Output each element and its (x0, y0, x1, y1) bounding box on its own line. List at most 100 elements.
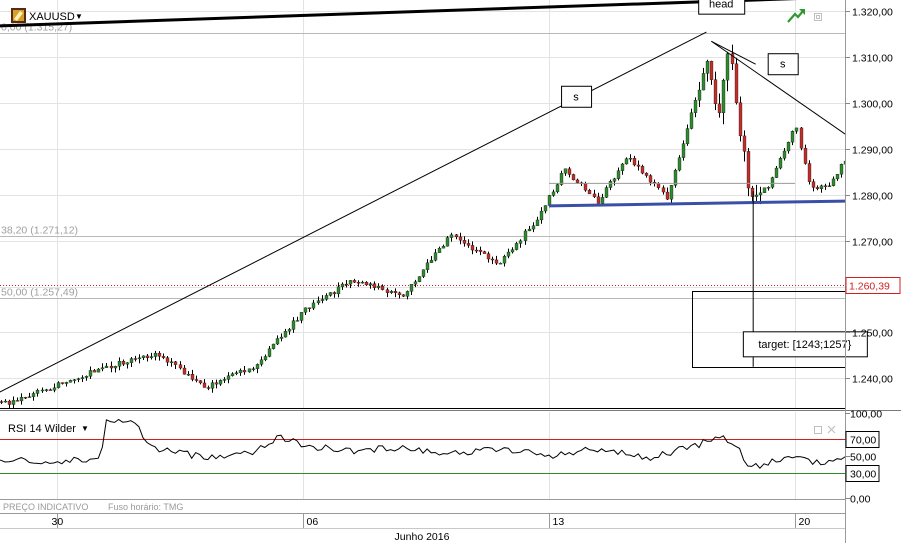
candle-body (665, 191, 670, 200)
candle-body (799, 127, 804, 149)
candle-body (600, 197, 605, 204)
timezone-label: Fuso horário: TMG (108, 502, 183, 512)
candle-body (531, 225, 536, 230)
candle-body (583, 183, 588, 191)
candle-body (27, 396, 32, 398)
rsi-tick-label: 100,00 (850, 409, 882, 421)
candle-body (80, 377, 85, 379)
candle-body (226, 375, 231, 380)
candle-body (766, 187, 771, 189)
candle-body (234, 372, 239, 374)
symbol-selector[interactable]: XAUUSD ▼ (11, 8, 83, 23)
candle-body (616, 170, 621, 179)
price-tick-label: 1.270,00 (852, 237, 893, 249)
candle-body (620, 163, 625, 171)
candle-body (336, 286, 341, 295)
candle-body (551, 191, 556, 196)
candle-body (774, 167, 779, 178)
candle-body (441, 246, 446, 249)
candle-body (267, 348, 272, 357)
month-label: Junho 2016 (395, 531, 450, 543)
candle-body (819, 185, 824, 189)
candle-body (206, 387, 211, 389)
candle-body (129, 358, 134, 363)
candle-body (324, 295, 329, 300)
candle-body (376, 285, 381, 288)
rsi-panel[interactable] (0, 412, 845, 499)
candle-body (117, 360, 122, 367)
candle-body (636, 164, 641, 167)
candle-body (263, 356, 268, 360)
candle-body (559, 173, 564, 185)
candle-body (340, 283, 345, 287)
candle-body (222, 379, 227, 381)
candle-body (738, 102, 743, 137)
rsi-chevron-down-icon[interactable]: ▼ (81, 424, 89, 433)
candle-body (307, 307, 312, 309)
candle-body (393, 291, 398, 293)
candle-body (725, 53, 730, 81)
candle-body (803, 148, 808, 164)
candle-body (543, 205, 548, 212)
candle-body (681, 143, 686, 158)
candle-body (587, 190, 592, 195)
candle-body (247, 368, 252, 373)
candle-body (514, 243, 519, 250)
candle-body (401, 294, 406, 297)
candle-body (608, 181, 613, 188)
candle-body (165, 357, 170, 363)
candle-body (100, 367, 105, 370)
candle-body (478, 249, 483, 252)
candle-body (291, 320, 296, 330)
candle-body (482, 251, 487, 254)
candle-body (770, 177, 775, 188)
candle-body (299, 312, 304, 321)
candle-body (425, 262, 430, 270)
candle-body (762, 187, 767, 193)
candle-body (433, 252, 438, 261)
candle-body (506, 251, 511, 257)
price-tick-label: 1.310,00 (852, 53, 893, 65)
candle-body (255, 364, 260, 369)
candle-body (466, 243, 471, 246)
price-tick-label: 1.280,00 (852, 191, 893, 203)
candle-body (490, 258, 495, 261)
candle-body (734, 63, 739, 103)
candle-body (474, 249, 479, 252)
candle-body (31, 393, 36, 397)
candle-body (644, 172, 649, 176)
candle-body (348, 280, 353, 285)
candle-body (661, 187, 666, 193)
candle-body (831, 178, 836, 186)
target-label: target: [1243;1257} (758, 339, 851, 351)
candle-body (230, 373, 235, 376)
candle-body (48, 389, 53, 391)
candle-body (153, 352, 158, 357)
candle-body (242, 370, 247, 373)
candle-body (746, 151, 751, 189)
candle-body (498, 262, 503, 265)
candle-body (555, 184, 560, 193)
candle-body (145, 355, 150, 358)
candle-body (283, 331, 288, 338)
time-tick-label: 13 (553, 516, 565, 528)
candle-body (632, 158, 637, 166)
candle-body (527, 228, 532, 232)
candle-body (178, 364, 183, 369)
candle-body (389, 291, 394, 293)
candle-body (640, 166, 645, 174)
candle-body (807, 163, 812, 182)
rsi-title[interactable]: RSI 14 Wilder (8, 423, 76, 435)
quote-type-label: PREÇO INDICATIVO (3, 502, 88, 512)
candle-body (494, 259, 499, 264)
candle-body (689, 112, 694, 129)
candle-body (697, 89, 702, 101)
chevron-down-icon: ▼ (75, 12, 83, 21)
candle-body (52, 387, 57, 391)
candle-body (535, 219, 540, 226)
candle-body (311, 302, 316, 309)
candle-body (3, 400, 8, 403)
candle-body (677, 157, 682, 171)
candle-body (210, 382, 215, 389)
candle-body (445, 237, 450, 247)
